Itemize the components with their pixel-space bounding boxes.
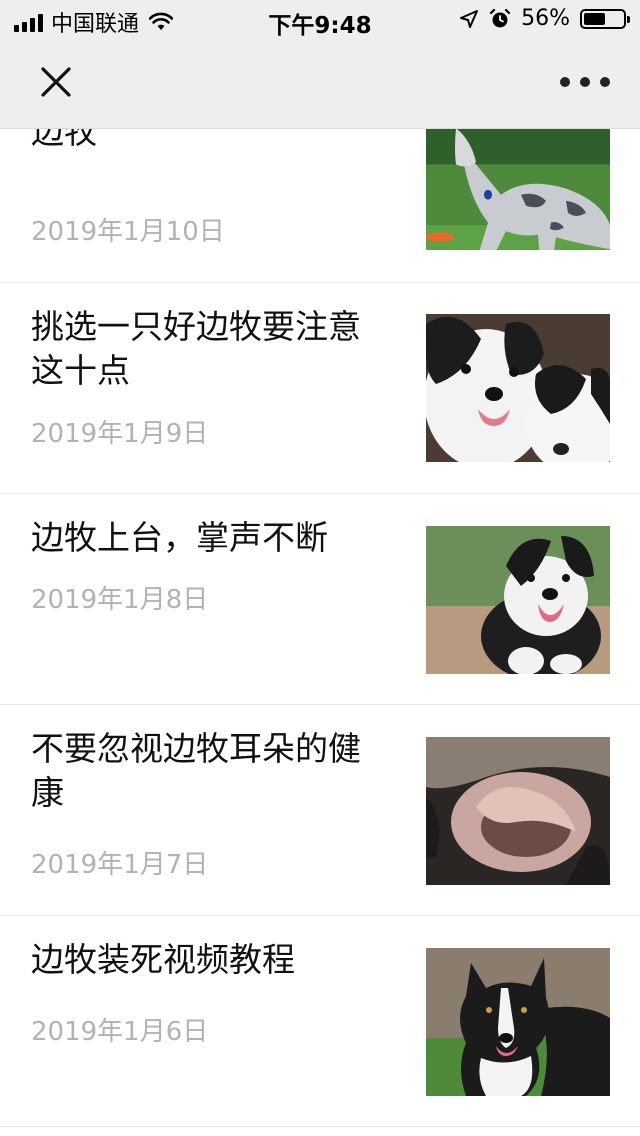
- list-item[interactable]: 边牧上台，掌声不断 2019年1月8日: [0, 494, 640, 705]
- article-title: 边牧装死视频教程: [31, 940, 295, 979]
- battery-icon: [580, 8, 630, 29]
- article-date: 2019年1月9日: [31, 419, 209, 449]
- article-date: 2019年1月10日: [31, 217, 225, 247]
- article-title: 边牧上台，掌声不断: [31, 518, 328, 557]
- close-button[interactable]: [36, 62, 76, 102]
- article-date: 2019年1月6日: [31, 1017, 209, 1047]
- list-item[interactable]: 不要忽视边牧耳朵的健康 2019年1月7日: [0, 705, 640, 916]
- close-icon: [41, 67, 71, 97]
- battery-percent: 56%: [521, 6, 570, 31]
- status-bar: 中国联通 下午9:48 56%: [0, 0, 640, 40]
- nav-bar: [0, 40, 640, 129]
- article-thumbnail: [426, 737, 610, 885]
- list-item[interactable]: 挑选一只好边牧要注意这十点 2019年1月9日: [0, 283, 640, 494]
- article-thumbnail: [426, 128, 610, 250]
- article-date: 2019年1月7日: [31, 850, 209, 880]
- list-item[interactable]: 边牧装死视频教程 2019年1月6日: [0, 916, 640, 1127]
- article-thumbnail: [426, 526, 610, 674]
- more-dots-icon: [560, 77, 570, 87]
- more-options-button[interactable]: [560, 70, 610, 94]
- article-list: 边牧 2019年1月10日 挑选一只好边牧要注意这十点 2019年1月9日 边牧…: [0, 60, 640, 1127]
- article-title: 挑选一只好边牧要注意这十点: [31, 307, 361, 390]
- article-date: 2019年1月8日: [31, 585, 209, 615]
- article-thumbnail: [426, 314, 610, 462]
- alarm-icon: [489, 8, 511, 27]
- article-title: 不要忽视边牧耳朵的健康: [31, 729, 361, 812]
- location-arrow-icon: [460, 9, 479, 28]
- article-thumbnail: [426, 948, 610, 1096]
